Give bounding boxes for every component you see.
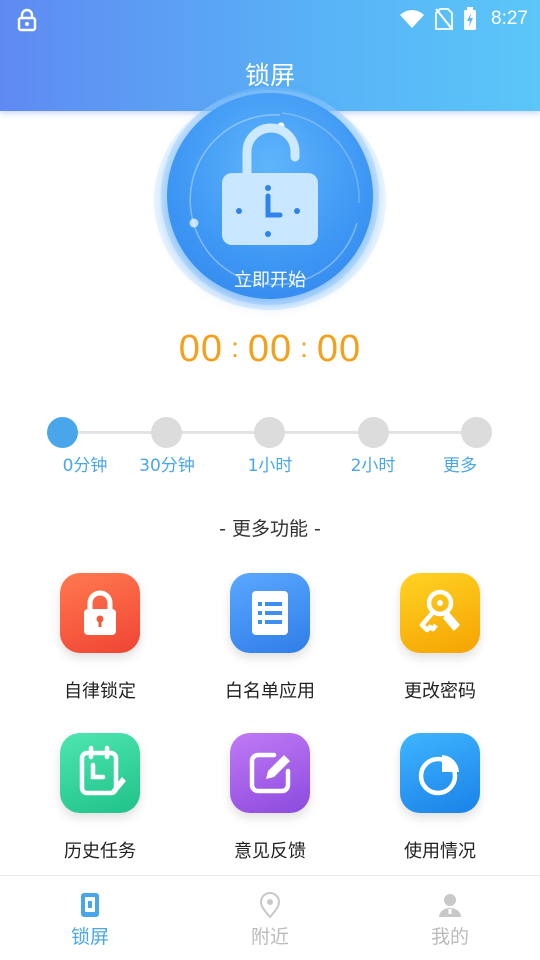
duration-label[interactable]: 更多 [415, 451, 505, 476]
feature-label: 使用情况 [404, 841, 476, 862]
lock-status-icon [17, 8, 37, 32]
duration-stop-4[interactable] [461, 417, 492, 448]
feature-whitelist-apps[interactable]: 白名单应用 [185, 573, 355, 713]
start-lock-button[interactable]: 立即开始 [167, 93, 373, 299]
phone-lock-icon [81, 893, 99, 917]
nav-label: 锁屏 [70, 926, 109, 948]
pie-chart-icon [400, 733, 480, 813]
edit-icon [230, 733, 310, 813]
page-title: 锁屏 [244, 61, 295, 90]
feature-label: 自律锁定 [64, 681, 136, 702]
feature-label: 意见反馈 [234, 841, 306, 862]
timer-separator: : [231, 332, 240, 363]
feature-feedback[interactable]: 意见反馈 [185, 733, 355, 873]
duration-slider[interactable]: 0分钟 30分钟 1小时 2小时 更多 [0, 414, 540, 484]
bottom-nav: 锁屏 附近 我的 [0, 875, 540, 960]
timer-hours: 00 [178, 328, 224, 370]
feature-history-tasks[interactable]: 历史任务 [15, 733, 185, 873]
timer-seconds: 00 [316, 328, 362, 370]
status-icons: 8:27 [399, 6, 528, 32]
feature-label: 更改密码 [404, 681, 476, 702]
duration-stop-3[interactable] [358, 417, 389, 448]
wifi-icon [400, 10, 425, 28]
feature-change-password[interactable]: 更改密码 [355, 573, 525, 713]
nav-profile[interactable]: 我的 [360, 876, 540, 960]
timer-minutes: 00 [247, 328, 293, 370]
timer-separator: : [300, 332, 309, 363]
duration-label[interactable]: 30分钟 [122, 451, 212, 476]
padlock-icon [60, 573, 140, 653]
countdown-timer: 00:00:00 [0, 328, 540, 371]
nav-label: 附近 [250, 926, 289, 948]
feature-usage-stats[interactable]: 使用情况 [355, 733, 525, 873]
duration-label[interactable]: 0分钟 [40, 451, 130, 476]
location-pin-icon [259, 892, 281, 918]
keys-icon [400, 573, 480, 653]
status-time: 8:27 [491, 8, 528, 29]
nav-lock-screen[interactable]: 锁屏 [0, 876, 180, 960]
nav-nearby[interactable]: 附近 [180, 876, 360, 960]
clipboard-clock-icon [60, 733, 140, 813]
lock-start-area: 立即开始 [154, 90, 386, 310]
duration-label[interactable]: 2小时 [328, 451, 418, 476]
feature-label: 历史任务 [64, 841, 136, 862]
user-icon [439, 894, 461, 917]
more-features-title: - 更多功能 - [219, 518, 321, 540]
feature-self-lock[interactable]: 自律锁定 [15, 573, 185, 713]
start-label: 立即开始 [234, 270, 306, 291]
feature-label: 白名单应用 [225, 681, 315, 702]
duration-stop-2[interactable] [254, 417, 285, 448]
battery-charging-icon [464, 7, 477, 30]
status-bar: 8:27 [0, 0, 540, 38]
no-sim-icon [435, 8, 454, 30]
duration-label[interactable]: 1小时 [225, 451, 315, 476]
nav-label: 我的 [430, 926, 469, 948]
duration-stop-1[interactable] [151, 417, 182, 448]
duration-stop-0[interactable] [47, 417, 78, 448]
list-icon [230, 573, 310, 653]
